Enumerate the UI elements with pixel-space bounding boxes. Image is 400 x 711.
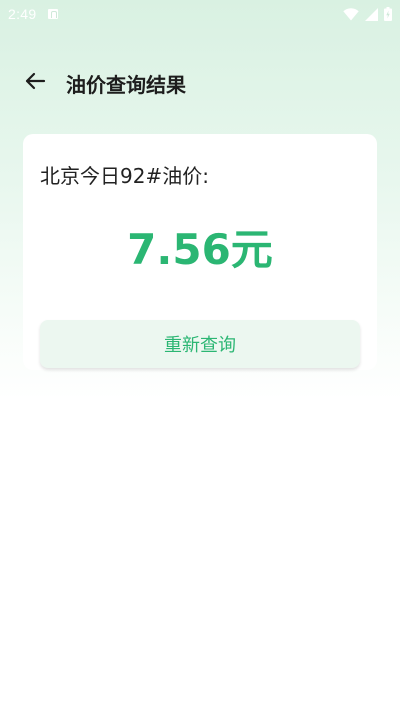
back-button[interactable] [18,66,52,100]
status-time: 2:49 [8,6,37,22]
signal-icon [365,7,378,21]
status-bar: 2:49 [0,0,400,28]
arrow-left-icon [23,69,47,97]
requery-button[interactable]: 重新查询 [40,320,360,368]
battery-icon [384,7,392,21]
result-card: 北京今日92#油价: 7.56元 重新查询 [23,134,377,370]
a-notification-icon [48,9,59,19]
wifi-icon [343,7,359,21]
status-icons [343,7,392,21]
app-bar: 油价查询结果 [0,56,400,110]
page-title: 油价查询结果 [66,72,186,97]
screen: 2:49 油价查询结果 北京今日92#油价: 7.56元 重新查询 [0,0,400,711]
result-label: 北京今日92#油价: [40,164,209,188]
result-value: 7.56元 [127,225,273,274]
